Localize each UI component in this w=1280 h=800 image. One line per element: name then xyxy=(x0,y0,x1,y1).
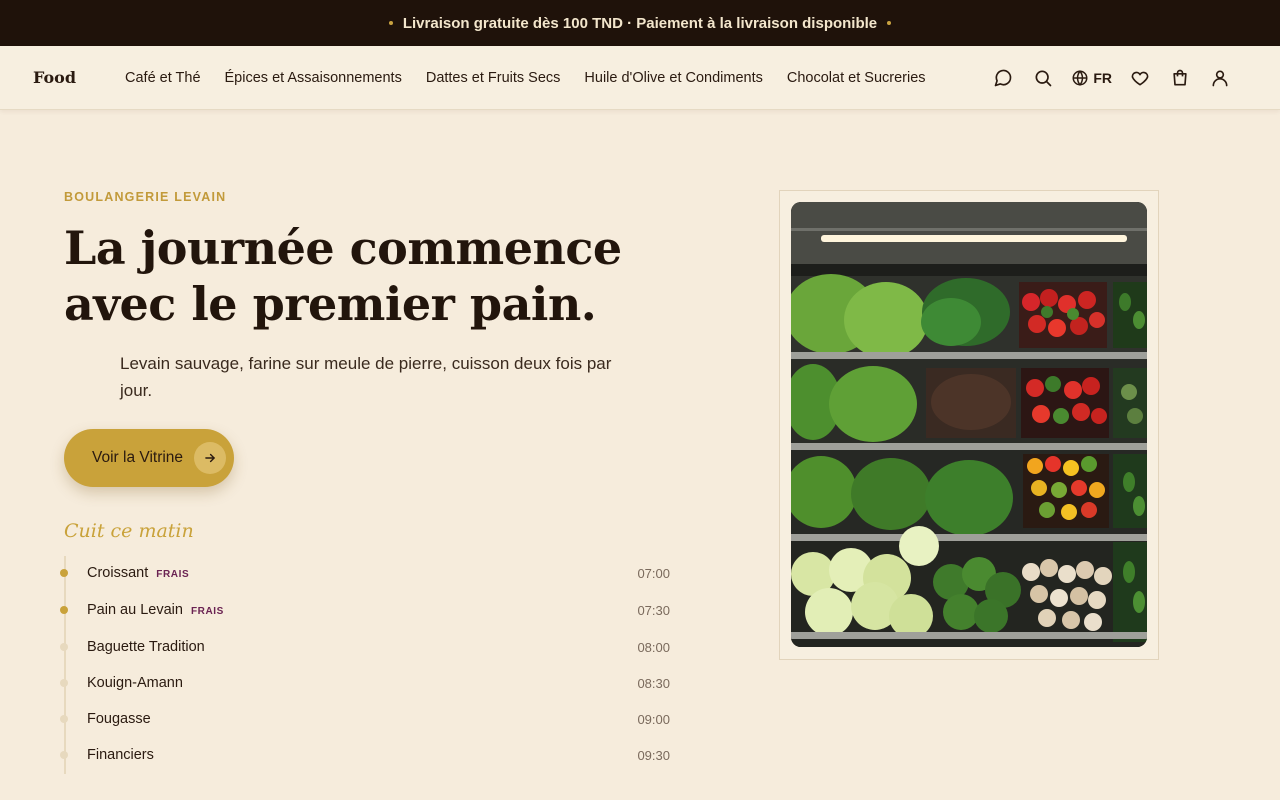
menu-item-cafe-the[interactable]: Café et Thé xyxy=(113,70,213,86)
item-name: Financiers xyxy=(87,747,154,763)
bullet-icon xyxy=(60,569,68,577)
bullet-icon xyxy=(60,715,68,723)
showcase-button[interactable]: Voir la Vitrine xyxy=(64,429,234,487)
produce-shelf-illustration xyxy=(791,202,1147,647)
dot-icon xyxy=(887,21,892,25)
showcase-button-label: Voir la Vitrine xyxy=(92,449,184,466)
list-item: Pain au Levain FRAIS 07:30 xyxy=(60,593,670,629)
announcement-text: Livraison gratuite dès 100 TND · Paiemen… xyxy=(402,14,878,32)
language-label: FR xyxy=(1093,70,1112,86)
menu-item-dattes[interactable]: Dattes et Fruits Secs xyxy=(414,70,573,86)
search-icon[interactable] xyxy=(1023,58,1063,98)
item-name: Fougasse xyxy=(87,711,151,727)
list-item: Financiers 09:30 xyxy=(60,738,670,774)
baked-section-title: Cuit ce matin xyxy=(64,520,194,542)
list-item: Fougasse 09:00 xyxy=(60,702,670,738)
item-time: 07:30 xyxy=(637,603,670,618)
heart-icon[interactable] xyxy=(1120,58,1160,98)
item-time: 07:00 xyxy=(637,566,670,581)
item-name-wrap: Pain au Levain FRAIS xyxy=(87,602,224,618)
hero-eyebrow: BOULANGERIE LEVAIN xyxy=(64,190,227,204)
language-selector[interactable]: FR xyxy=(1063,58,1120,98)
list-item: Kouign-Amann 08:30 xyxy=(60,666,670,702)
baked-timeline: Croissant FRAIS 07:00 Pain au Levain FRAIS… xyxy=(60,556,670,774)
item-name: Croissant xyxy=(87,565,149,581)
headline-line-1: La journée commence xyxy=(64,221,622,275)
user-icon[interactable] xyxy=(1200,58,1240,98)
hero-headline: La journée commence avec le premier pain… xyxy=(64,220,684,332)
main-menu: Café et Thé Épices et Assaisonnements Da… xyxy=(113,46,938,110)
bullet-icon xyxy=(60,606,68,614)
list-item: Croissant FRAIS 07:00 xyxy=(60,556,670,592)
item-time: 08:00 xyxy=(637,640,670,655)
item-name-wrap: Croissant FRAIS xyxy=(87,565,189,581)
item-name: Pain au Levain xyxy=(87,602,183,618)
fresh-badge: FRAIS xyxy=(190,606,224,617)
logo[interactable]: Food xyxy=(33,68,76,87)
fresh-badge: FRAIS xyxy=(156,569,190,580)
cart-icon[interactable] xyxy=(1160,58,1200,98)
bullet-icon xyxy=(60,679,68,687)
menu-item-huile-olive[interactable]: Huile d'Olive et Condiments xyxy=(572,70,774,86)
top-navigation: Food Café et Thé Épices et Assaisonnemen… xyxy=(0,46,1280,110)
item-time: 09:00 xyxy=(637,712,670,727)
list-item: Baguette Tradition 08:00 xyxy=(60,630,670,666)
menu-item-epices[interactable]: Épices et Assaisonnements xyxy=(213,70,414,86)
menu-item-chocolat[interactable]: Chocolat et Sucreries xyxy=(775,70,938,86)
item-time: 08:30 xyxy=(637,676,670,691)
hero-lead: Levain sauvage, farine sur meule de pier… xyxy=(120,354,612,400)
chat-icon[interactable] xyxy=(983,58,1023,98)
headline-line-2: avec le premier pain. xyxy=(64,277,597,331)
nav-actions: FR xyxy=(983,46,1240,110)
dot-icon xyxy=(388,21,393,25)
produce-shelf-image xyxy=(791,202,1147,647)
announcement-bar: Livraison gratuite dès 100 TND · Paiemen… xyxy=(0,0,1280,46)
item-name: Kouign-Amann xyxy=(87,675,183,691)
bullet-icon xyxy=(60,751,68,759)
item-time: 09:30 xyxy=(637,748,670,763)
arrow-right-icon xyxy=(194,442,226,474)
bullet-icon xyxy=(60,643,68,651)
hero-image-frame xyxy=(779,190,1159,660)
item-name: Baguette Tradition xyxy=(87,639,205,655)
globe-icon xyxy=(1072,70,1088,86)
